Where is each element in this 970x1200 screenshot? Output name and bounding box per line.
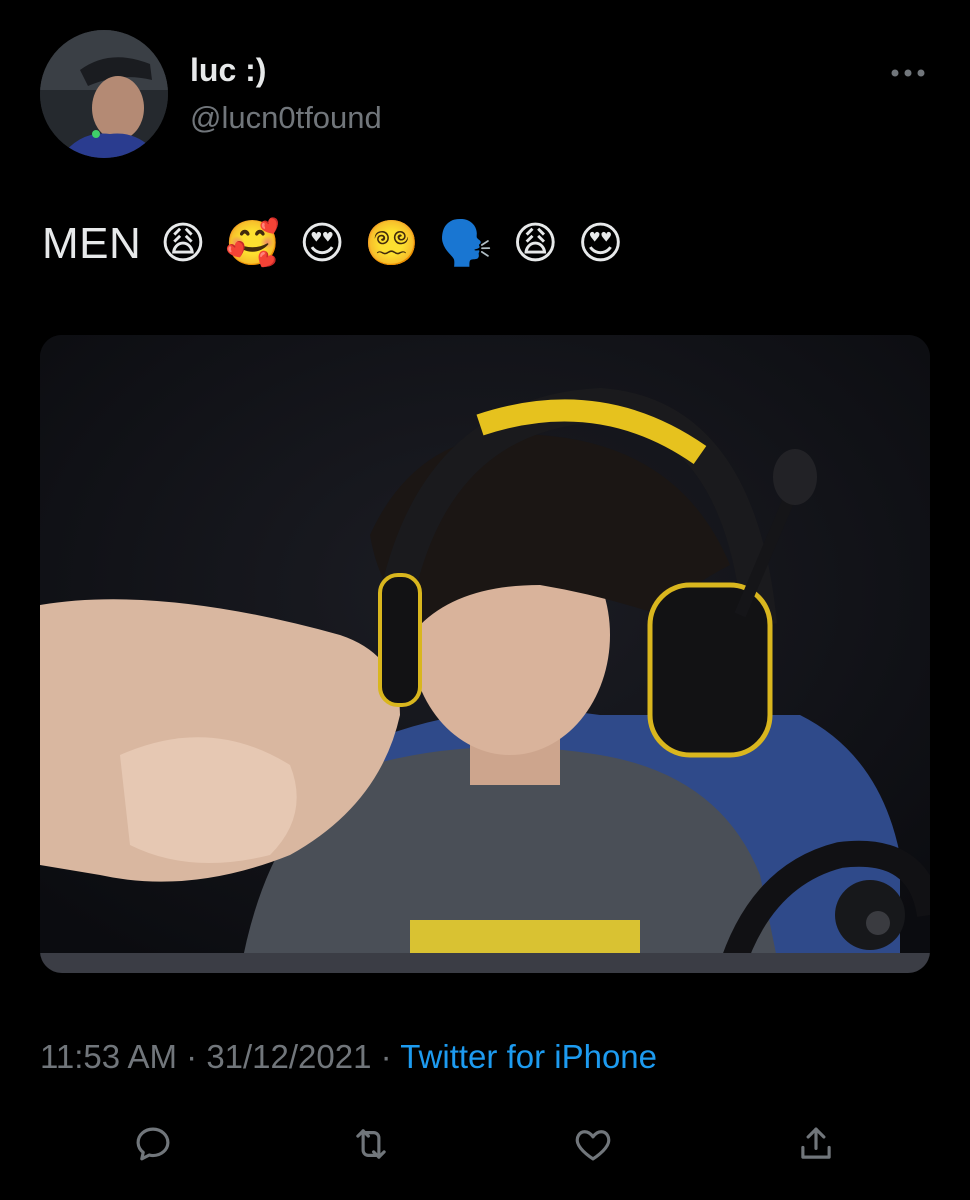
author-display-name[interactable]: luc :) (190, 52, 266, 89)
more-horizontal-icon (891, 69, 925, 77)
reply-button[interactable] (127, 1118, 179, 1170)
emoji-heart-eyes: 😍 (299, 218, 346, 269)
more-options-button[interactable] (888, 58, 928, 88)
author-avatar[interactable] (40, 30, 168, 158)
tweet-action-bar (0, 1112, 970, 1172)
meta-separator: · (176, 1038, 207, 1075)
photo-placeholder (40, 335, 930, 973)
retweet-button[interactable] (345, 1118, 397, 1170)
heart-icon (575, 1130, 611, 1161)
tweet-metadata: 11:53 AM · 31/12/2021 · Twitter for iPho… (40, 1038, 657, 1076)
retweet-icon (356, 1129, 386, 1159)
reply-icon (136, 1127, 170, 1161)
tweet-media-image[interactable] (40, 335, 930, 973)
emoji-heart-eyes: 😍 (577, 218, 624, 269)
meta-separator: · (371, 1038, 401, 1075)
emoji-spiral-eyes: 😵‍💫 (364, 218, 420, 269)
tweet-text: MEN 😩 🥰 😍 😵‍💫 🗣️ 😩 😍 (42, 216, 624, 272)
tweet-source-link[interactable]: Twitter for iPhone (400, 1038, 657, 1075)
emoji-weary: 😩 (512, 218, 559, 269)
author-handle[interactable]: @lucn0tfound (190, 100, 382, 136)
share-icon (801, 1127, 831, 1159)
share-button[interactable] (790, 1118, 842, 1170)
avatar-image (40, 30, 168, 158)
tweet-body: MEN (42, 219, 142, 268)
emoji-smiling-hearts: 🥰 (225, 218, 281, 269)
tweet-time[interactable]: 11:53 AM (40, 1038, 177, 1075)
tweet-date[interactable]: 31/12/2021 (206, 1038, 371, 1075)
emoji-weary: 😩 (160, 218, 207, 269)
emoji-speaking-head: 🗣️ (438, 218, 494, 269)
like-button[interactable] (567, 1118, 619, 1170)
